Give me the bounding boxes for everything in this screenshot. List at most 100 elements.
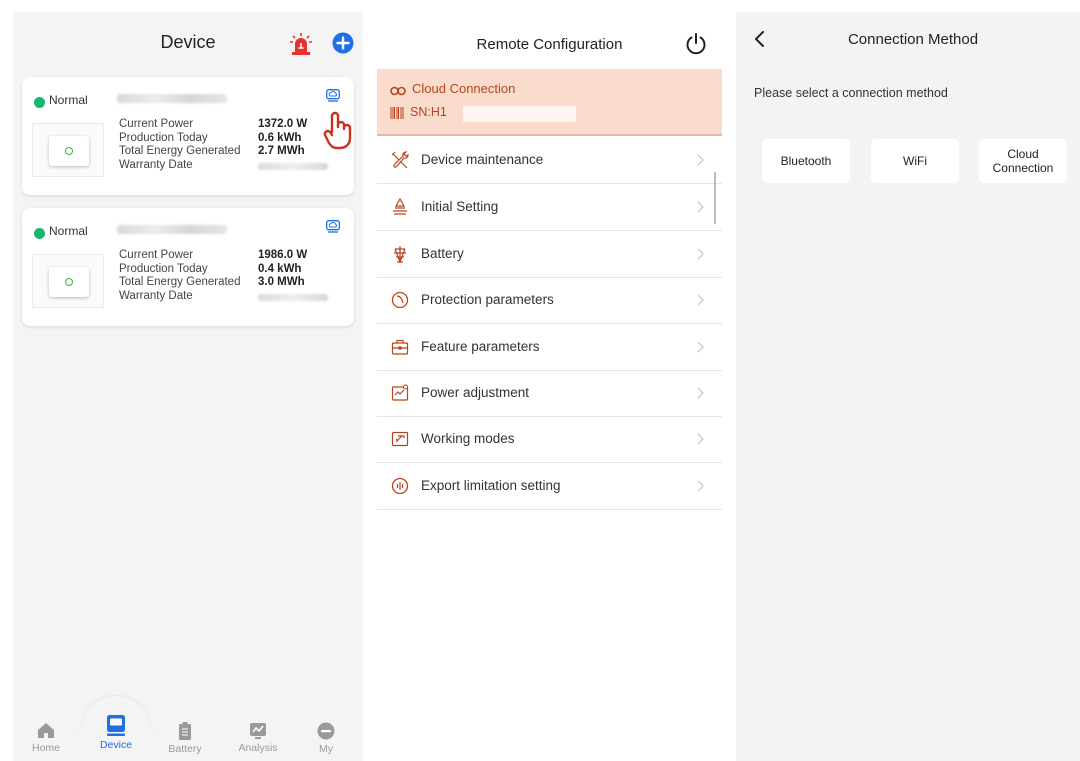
- current-power-label: Current Power: [119, 118, 194, 130]
- alarm-icon[interactable]: [289, 32, 313, 56]
- warranty-date-redacted: [258, 162, 328, 170]
- total-energy-label: Total Energy Generated: [119, 276, 241, 288]
- metric-values: 1372.0 W 0.6 kWh 2.7 MWh: [258, 118, 328, 170]
- page-title: Connection Method: [847, 31, 979, 48]
- gauge-icon: [391, 477, 409, 495]
- warranty-date-label: Warranty Date: [119, 158, 193, 171]
- tab-home[interactable]: Home: [16, 710, 76, 761]
- battery-icon: [179, 722, 191, 740]
- bottom-tab-bar: Home Device Battery Analysis My: [13, 696, 363, 761]
- tab-device[interactable]: Device: [86, 702, 146, 753]
- cloud-connection-button[interactable]: Cloud Connection: [979, 139, 1067, 183]
- tab-home-label: Home: [31, 742, 60, 754]
- inverter-image: [32, 254, 104, 308]
- remote-configuration-screen: Remote Configuration Cloud Connection SN…: [377, 12, 722, 761]
- total-energy-label: Total Energy Generated: [119, 145, 241, 157]
- tab-analysis[interactable]: Analysis: [228, 710, 288, 761]
- chevron-right-icon: [697, 248, 704, 260]
- menu-label: Initial Setting: [421, 199, 499, 214]
- menu-label: Device maintenance: [421, 152, 544, 167]
- menu-label: Working modes: [421, 431, 515, 446]
- device-card[interactable]: Normal Current Power Production Today To…: [22, 208, 354, 326]
- connection-method-screen: Connection Method Please select a connec…: [736, 12, 1080, 761]
- connection-type: Cloud Connection: [390, 81, 515, 96]
- metric-labels: Current Power Production Today Total Ene…: [119, 249, 240, 303]
- barcode-icon: [390, 107, 404, 119]
- tab-battery-label: Battery: [168, 743, 202, 755]
- initial-setting-icon: [393, 198, 407, 215]
- menu-export-limitation[interactable]: Export limitation setting: [377, 464, 722, 510]
- page-title: Remote Configuration: [476, 36, 623, 53]
- tab-battery[interactable]: Battery: [155, 710, 215, 761]
- tools-icon: [391, 151, 409, 169]
- total-energy-value: 2.7 MWh: [258, 145, 305, 157]
- chevron-right-icon: [697, 433, 704, 445]
- serial-number: SN:H1: [410, 105, 447, 119]
- scrollbar[interactable]: [714, 172, 716, 224]
- chevron-right-icon: [697, 480, 704, 492]
- toolbox-icon: [391, 339, 409, 355]
- chevron-right-icon: [697, 154, 704, 166]
- menu-battery[interactable]: Battery: [377, 232, 722, 278]
- connection-label: Cloud Connection: [412, 81, 516, 96]
- production-today-label: Production Today: [119, 262, 208, 275]
- production-today-value: 0.4 kWh: [258, 262, 302, 275]
- metric-values: 1986.0 W 0.4 kWh 3.0 MWh: [258, 249, 328, 301]
- warranty-date-label: Warranty Date: [119, 289, 193, 302]
- device-card[interactable]: Normal Current Power Production Today To…: [22, 77, 354, 195]
- working-mode-icon: [391, 431, 409, 447]
- menu-protection-parameters[interactable]: Protection parameters: [377, 278, 722, 324]
- tab-my[interactable]: My: [296, 710, 356, 761]
- chevron-right-icon: [697, 201, 704, 213]
- device-header: Device: [13, 12, 363, 72]
- production-today-label: Production Today: [119, 131, 208, 144]
- current-power-label: Current Power: [119, 249, 194, 261]
- menu-label: Feature parameters: [421, 339, 540, 354]
- power-adjust-icon: [391, 384, 409, 401]
- tap-hand-icon: [323, 111, 352, 150]
- cloud-config-icon[interactable]: [326, 89, 340, 102]
- device-icon: [107, 715, 125, 736]
- metric-labels: Current Power Production Today Total Ene…: [119, 118, 240, 172]
- bluetooth-button[interactable]: Bluetooth: [762, 139, 850, 183]
- serial-number-row: SN:H1: [390, 105, 447, 119]
- chevron-right-icon: [697, 387, 704, 399]
- status-dot: [34, 228, 45, 239]
- tab-my-label: My: [319, 743, 333, 755]
- tab-device-label: Device: [99, 739, 133, 751]
- protection-icon: [391, 291, 409, 309]
- chevron-right-icon: [697, 341, 704, 353]
- link-icon: [390, 86, 406, 96]
- menu-device-maintenance[interactable]: Device maintenance: [377, 138, 722, 184]
- instruction-text: Please select a connection method: [754, 86, 948, 100]
- menu-feature-parameters[interactable]: Feature parameters: [377, 325, 722, 371]
- total-energy-value: 3.0 MWh: [258, 276, 305, 288]
- menu-initial-setting[interactable]: Initial Setting: [377, 185, 722, 231]
- status-label: Normal: [49, 93, 88, 107]
- user-icon: [317, 722, 335, 740]
- connection-banner: Cloud Connection SN:H1: [377, 69, 722, 136]
- production-today-value: 0.6 kWh: [258, 131, 302, 144]
- menu-working-modes[interactable]: Working modes: [377, 417, 722, 463]
- menu-power-adjustment[interactable]: Power adjustment: [377, 371, 722, 417]
- chevron-right-icon: [697, 294, 704, 306]
- battery-tower-icon: [394, 246, 406, 263]
- wifi-button[interactable]: WiFi: [871, 139, 959, 183]
- device-screen: Device Normal Current Power Production T…: [13, 12, 363, 761]
- home-icon: [38, 723, 54, 738]
- serial-number-redacted: [117, 94, 227, 103]
- menu-label: Battery: [421, 246, 464, 261]
- current-power-value: 1986.0 W: [258, 249, 308, 261]
- add-device-icon[interactable]: [332, 32, 354, 54]
- menu-label: Power adjustment: [421, 385, 530, 400]
- menu-label: Export limitation setting: [421, 478, 561, 493]
- analysis-icon: [250, 723, 266, 739]
- power-icon[interactable]: [684, 32, 708, 56]
- inverter-image: [32, 123, 104, 177]
- cloud-config-icon[interactable]: [326, 220, 340, 233]
- warranty-date-redacted: [258, 293, 328, 301]
- status-dot: [34, 97, 45, 108]
- current-power-value: 1372.0 W: [258, 118, 308, 130]
- menu-label: Protection parameters: [421, 292, 554, 307]
- serial-number-redacted: [463, 106, 576, 122]
